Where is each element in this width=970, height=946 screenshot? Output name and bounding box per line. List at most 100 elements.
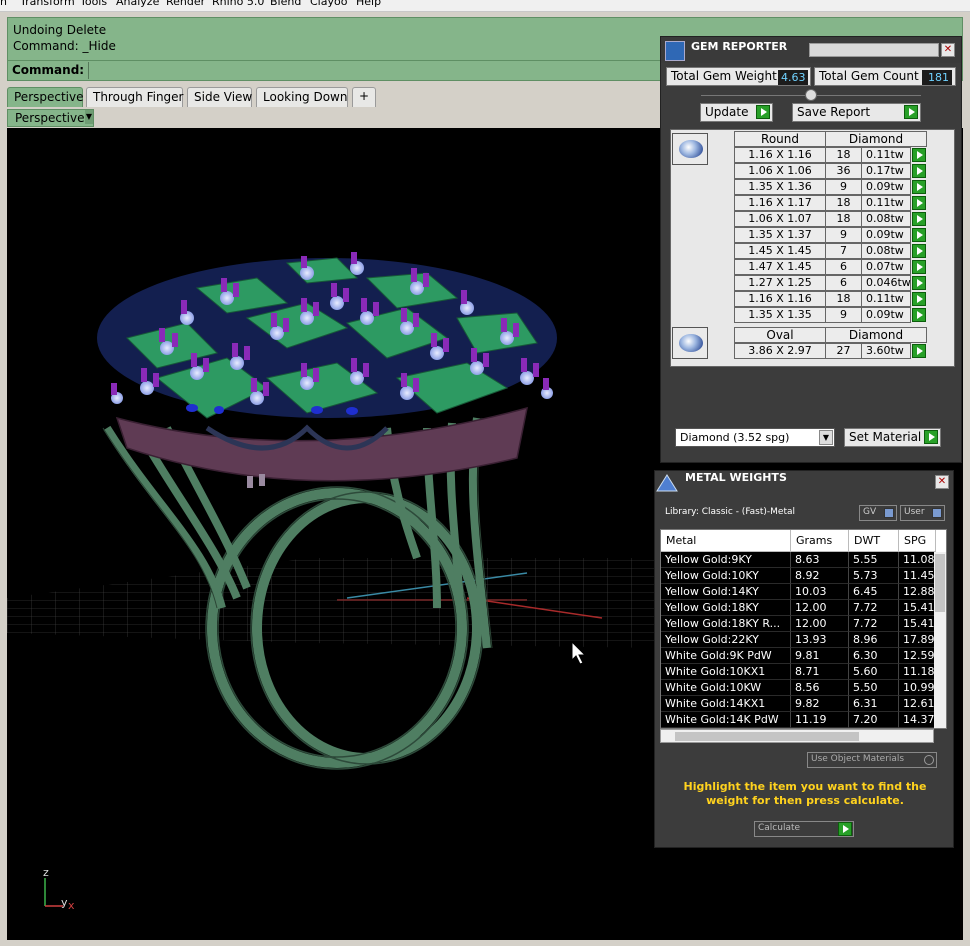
menu-item-analyze[interactable]: Analyze bbox=[116, 0, 159, 8]
metal-grams: 11.19 bbox=[791, 712, 849, 728]
scrollbar-thumb[interactable] bbox=[675, 732, 859, 741]
gem-size: 1.16 X 1.16 bbox=[734, 291, 826, 307]
collapse-handle[interactable] bbox=[805, 89, 817, 101]
select-row-icon[interactable] bbox=[912, 180, 926, 194]
metal-name: Yellow Gold:18KY bbox=[661, 600, 791, 616]
horizontal-scrollbar[interactable] bbox=[660, 729, 934, 743]
gv-toggle[interactable]: GV bbox=[859, 505, 897, 521]
col-dwt[interactable]: DWT bbox=[849, 530, 899, 552]
tab-perspective[interactable]: Perspective bbox=[7, 87, 84, 107]
table-row[interactable]: White Gold:14KX1 9.82 6.31 12.61 bbox=[661, 696, 936, 712]
select-row-icon[interactable] bbox=[912, 212, 926, 226]
table-row[interactable]: Yellow Gold:9KY 8.63 5.55 11.08 bbox=[661, 552, 936, 568]
update-button[interactable]: Update bbox=[700, 103, 773, 122]
select-row-icon[interactable] bbox=[912, 244, 926, 258]
metal-name: Yellow Gold:18KY R... bbox=[661, 616, 791, 632]
metal-spg: 15.41 bbox=[899, 600, 936, 616]
menu-item-blend[interactable]: Blend bbox=[270, 0, 301, 8]
gem-size: 1.27 X 1.25 bbox=[734, 275, 826, 291]
gem-count: 9 bbox=[825, 227, 862, 243]
menu-item-help[interactable]: Help bbox=[356, 0, 381, 8]
total-weight-box: Total Gem Weight 4.63 bbox=[666, 67, 811, 86]
select-row-icon[interactable] bbox=[912, 308, 926, 322]
vertical-scrollbar[interactable] bbox=[934, 552, 946, 728]
select-row-icon[interactable] bbox=[912, 260, 926, 274]
metal-name: Yellow Gold:9KY bbox=[661, 552, 791, 568]
menu-item-rhino[interactable]: Rhino 5.0 bbox=[212, 0, 264, 8]
axis-z-label: z bbox=[43, 866, 49, 879]
gem-weight: 3.60tw bbox=[861, 343, 911, 359]
gem-weight: 0.08tw bbox=[861, 243, 911, 259]
col-metal[interactable]: Metal bbox=[661, 530, 791, 552]
select-row-icon[interactable] bbox=[912, 148, 926, 162]
metal-dwt: 7.20 bbox=[849, 712, 899, 728]
calculate-label: Calculate bbox=[758, 823, 801, 833]
menu-item-render[interactable]: Render bbox=[166, 0, 205, 8]
gem-count: 18 bbox=[825, 211, 862, 227]
info-icon bbox=[932, 508, 942, 518]
metal-grams: 13.93 bbox=[791, 632, 849, 648]
calculate-button[interactable]: Calculate bbox=[754, 821, 854, 837]
metal-weights-close-icon[interactable]: ✕ bbox=[935, 475, 949, 489]
table-row[interactable]: Yellow Gold:10KY 8.92 5.73 11.45 bbox=[661, 568, 936, 584]
col-spg[interactable]: SPG bbox=[899, 530, 936, 552]
viewport-menu-arrow[interactable]: ▼ bbox=[85, 110, 93, 124]
table-row[interactable]: White Gold:10KW 8.56 5.50 10.99 bbox=[661, 680, 936, 696]
gem-size: 1.16 X 1.16 bbox=[734, 147, 826, 163]
select-row-icon[interactable] bbox=[912, 228, 926, 242]
table-row[interactable]: Yellow Gold:18KY R... 12.00 7.72 15.41 bbox=[661, 616, 936, 632]
chevron-down-icon: ▼ bbox=[819, 430, 833, 445]
metal-name: White Gold:14K PdW bbox=[661, 712, 791, 728]
table-row[interactable]: Yellow Gold:14KY 10.03 6.45 12.88 bbox=[661, 584, 936, 600]
gem-reporter-close-icon[interactable]: ✕ bbox=[941, 43, 955, 57]
gem-reporter-titlebar[interactable]: GEM REPORTER ✕ bbox=[661, 37, 961, 63]
total-weight-value: 4.63 bbox=[778, 70, 808, 85]
metal-table: Metal Grams DWT SPG Yellow Gold:9KY 8.63 5… bbox=[660, 529, 947, 729]
tab-side-view[interactable]: Side View bbox=[187, 87, 252, 107]
titlebar-grip[interactable] bbox=[809, 43, 939, 57]
radio-icon bbox=[924, 755, 934, 765]
table-row[interactable]: White Gold:14K PdW 11.19 7.20 14.37 bbox=[661, 712, 936, 728]
info-icon bbox=[884, 508, 894, 518]
set-material-button[interactable]: Set Material bbox=[844, 428, 941, 447]
tab-through-finger[interactable]: Through Finger bbox=[86, 87, 184, 107]
metal-name: White Gold:9K PdW bbox=[661, 648, 791, 664]
table-row[interactable]: Yellow Gold:18KY 12.00 7.72 15.41 bbox=[661, 600, 936, 616]
use-object-materials-toggle[interactable]: Use Object Materials bbox=[807, 752, 937, 768]
total-weight-label: Total Gem Weight bbox=[671, 69, 777, 83]
menu-item-clayoo[interactable]: Clayoo bbox=[310, 0, 347, 8]
viewport-label[interactable]: Perspective bbox=[7, 109, 94, 127]
metal-grams: 8.63 bbox=[791, 552, 849, 568]
metal-spg: 11.18 bbox=[899, 664, 936, 680]
add-tab-button[interactable]: + bbox=[352, 87, 376, 107]
menu-item-tools[interactable]: Tools bbox=[80, 0, 107, 8]
metal-grams: 9.82 bbox=[791, 696, 849, 712]
select-row-icon[interactable] bbox=[912, 344, 926, 358]
col-grams[interactable]: Grams bbox=[791, 530, 849, 552]
metal-weights-app-icon bbox=[656, 474, 678, 492]
shape-header: Round bbox=[734, 131, 826, 147]
material-select[interactable]: Diamond (3.52 spg) ▼ bbox=[675, 428, 835, 447]
metal-weights-titlebar[interactable]: METAL WEIGHTS ✕ bbox=[655, 471, 953, 495]
save-report-button[interactable]: Save Report bbox=[792, 103, 921, 122]
menu-item-partial[interactable]: n bbox=[0, 0, 7, 8]
metal-dwt: 6.45 bbox=[849, 584, 899, 600]
material-header: Diamond bbox=[825, 327, 927, 343]
tab-looking-down[interactable]: Looking Down bbox=[256, 87, 348, 107]
metal-name: Yellow Gold:10KY bbox=[661, 568, 791, 584]
select-row-icon[interactable] bbox=[912, 276, 926, 290]
gem-weight: 0.09tw bbox=[861, 227, 911, 243]
metal-spg: 12.88 bbox=[899, 584, 936, 600]
table-row[interactable]: Yellow Gold:22KY 13.93 8.96 17.89 bbox=[661, 632, 936, 648]
scrollbar-thumb[interactable] bbox=[935, 554, 945, 612]
metal-grams: 12.00 bbox=[791, 616, 849, 632]
gem-count: 6 bbox=[825, 275, 862, 291]
menu-item-transform[interactable]: Transform bbox=[20, 0, 75, 8]
user-toggle[interactable]: User bbox=[900, 505, 945, 521]
table-row[interactable]: White Gold:9K PdW 9.81 6.30 12.59 bbox=[661, 648, 936, 664]
table-row[interactable]: White Gold:10KX1 8.71 5.60 11.18 bbox=[661, 664, 936, 680]
select-row-icon[interactable] bbox=[912, 164, 926, 178]
select-row-icon[interactable] bbox=[912, 196, 926, 210]
use-object-materials-label: Use Object Materials bbox=[811, 754, 905, 764]
select-row-icon[interactable] bbox=[912, 292, 926, 306]
